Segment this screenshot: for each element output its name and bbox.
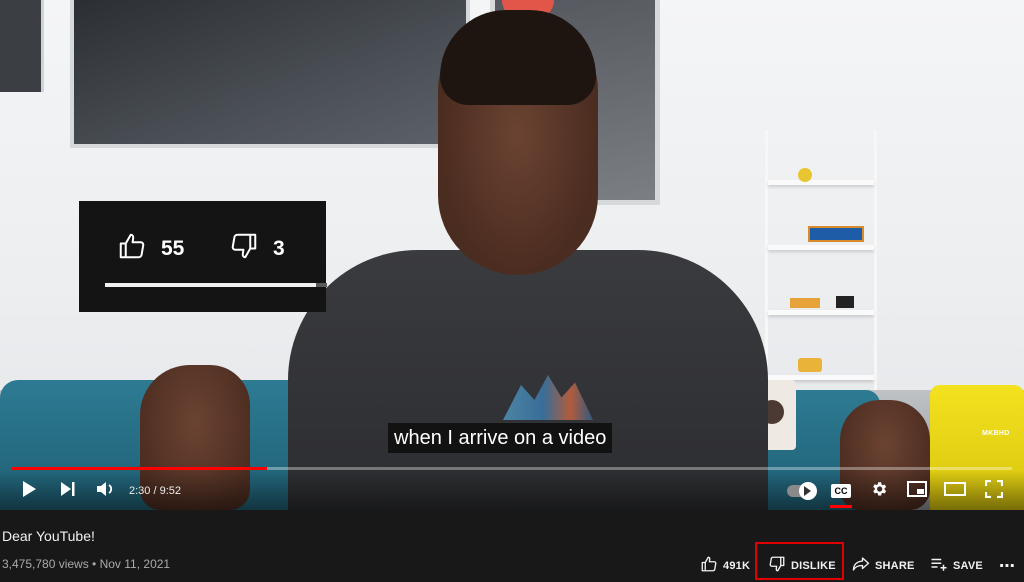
theater-mode-button[interactable]: [942, 480, 968, 502]
overlay-like: 55: [117, 231, 184, 266]
shelf-board: [768, 245, 874, 250]
shelf-object: [798, 358, 822, 372]
more-actions-button[interactable]: ⋯: [999, 554, 1015, 578]
video-player[interactable]: MKBHD 55 3 when I arrive on a video 2:30…: [0, 0, 1024, 510]
shelf-object: [798, 168, 812, 182]
like-count: 491K: [723, 560, 751, 572]
autoplay-icon: [787, 482, 817, 500]
add-to-playlist-icon: [930, 555, 948, 578]
thumbs-up-icon: [117, 231, 147, 266]
overlay-dislike: 3: [229, 231, 285, 266]
cc-icon: CC: [831, 484, 851, 498]
cc-button[interactable]: CC: [828, 480, 854, 502]
fullscreen-button[interactable]: [981, 479, 1007, 503]
background-window: [0, 0, 44, 92]
like-ratio-bar: [105, 283, 327, 287]
save-button[interactable]: SAVE: [930, 554, 983, 578]
share-label: SHARE: [875, 560, 915, 572]
cc-active-indicator: [830, 505, 852, 508]
autoplay-toggle[interactable]: [787, 480, 817, 502]
theater-icon: [944, 481, 966, 501]
subtitle-caption: when I arrive on a video: [388, 423, 613, 453]
video-title: Dear YouTube!: [2, 528, 95, 544]
play-button[interactable]: [16, 480, 42, 502]
gear-icon: [870, 480, 888, 503]
overlay-dislike-count: 3: [273, 236, 285, 260]
like-button[interactable]: 491K: [700, 554, 750, 578]
background-shelf: [765, 130, 877, 400]
fullscreen-icon: [984, 479, 1004, 503]
shelf-object: [836, 296, 854, 308]
miniplayer-icon: [907, 480, 927, 502]
next-icon: [60, 481, 76, 502]
thumbs-up-icon: [700, 555, 718, 578]
volume-button[interactable]: [93, 480, 119, 502]
share-icon: [852, 555, 870, 578]
like-ratio-fill: [105, 283, 316, 287]
like-dislike-overlay: 55 3: [79, 201, 327, 312]
share-button[interactable]: SHARE: [852, 554, 915, 578]
channel-watermark: MKBHD: [982, 430, 1010, 437]
volume-icon: [96, 480, 116, 503]
shelf-object: [790, 298, 820, 308]
next-button[interactable]: [55, 480, 81, 502]
shelf-board: [768, 180, 874, 185]
miniplayer-button[interactable]: [904, 480, 930, 502]
presenter-hair: [440, 10, 596, 105]
thumbs-down-icon: [229, 231, 259, 266]
shelf-board: [768, 310, 874, 315]
save-label: SAVE: [953, 560, 983, 572]
player-controls: 2:30 / 9:52 CC: [0, 470, 1024, 510]
settings-button[interactable]: [866, 480, 892, 502]
action-bar: 491K DISLIKE SHARE SAVE ⋯: [0, 554, 1024, 578]
shelf-object: [808, 226, 864, 242]
more-icon: ⋯: [999, 558, 1016, 575]
time-display: 2:30 / 9:52: [129, 485, 181, 497]
overlay-like-count: 55: [161, 236, 185, 260]
play-icon: [21, 480, 37, 503]
dislike-highlight-box: [755, 542, 844, 580]
video-info: Dear YouTube! 3,475,780 views • Nov 11, …: [0, 510, 1024, 582]
